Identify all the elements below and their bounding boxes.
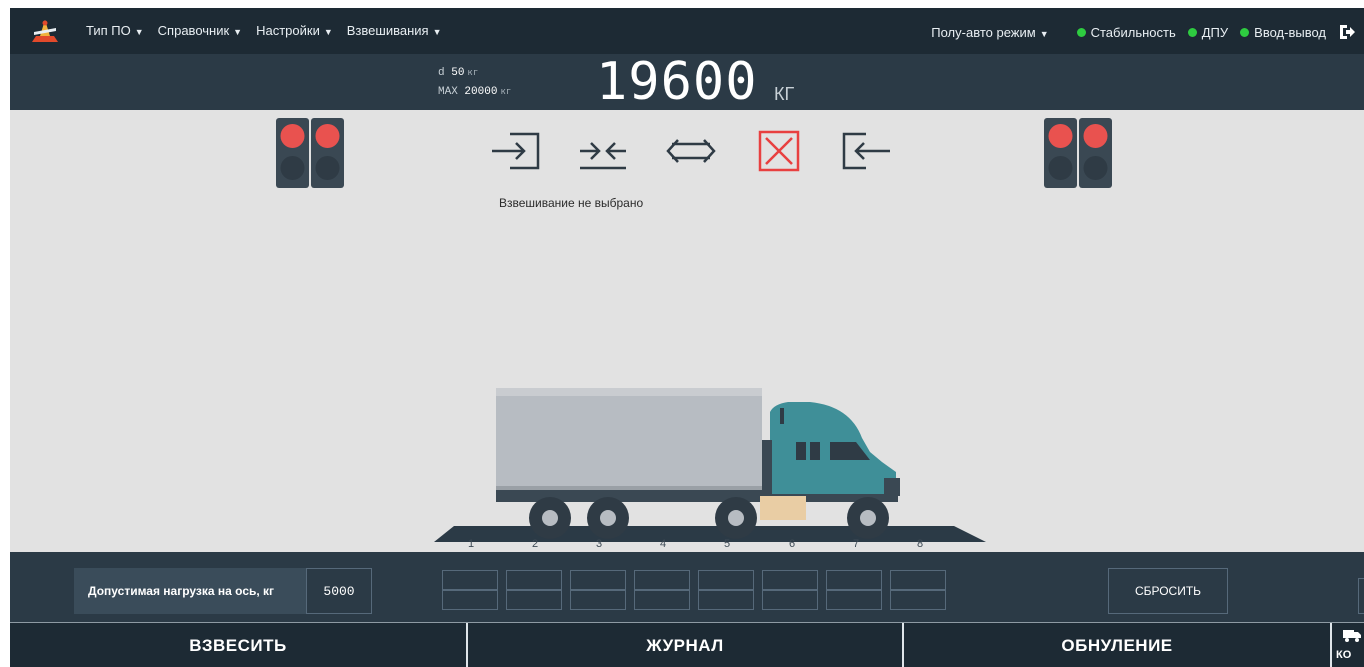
axle-cell [634, 590, 690, 610]
axle-cell [570, 570, 626, 590]
axle-cell [890, 570, 946, 590]
position-number: 1 [468, 538, 475, 550]
merge-arrows-icon[interactable] [576, 130, 630, 172]
truck-icon [496, 388, 900, 539]
mode-label: Полу-авто режим [931, 24, 1036, 40]
axle-cell [698, 590, 754, 610]
exit-icon[interactable] [1338, 23, 1356, 41]
top-menu-bar: Тип ПО ▼ Справочник ▼ Настройки ▼ Взвешиван… [10, 8, 1364, 54]
cancel-x-icon[interactable] [752, 130, 806, 172]
chevron-down-icon: ▼ [432, 27, 442, 37]
max-value: 20000 [464, 86, 498, 98]
truck-scene [434, 388, 986, 542]
menu-label: Тип ПО [86, 23, 131, 38]
operation-selector [488, 130, 894, 172]
entry-arrow-icon[interactable] [488, 130, 542, 172]
axle-cell [442, 590, 498, 610]
menu-label: Справочник [157, 23, 230, 38]
chevron-down-icon: ▼ [1039, 28, 1049, 39]
app-logo-icon [32, 20, 58, 42]
stability-indicator: Стабильность [1076, 24, 1176, 40]
traffic-light-left [276, 118, 344, 188]
axle-load-label: Допустимая нагрузка на ось, кг [74, 568, 306, 614]
scale-params: d 50 кг MAX 20000 кг [438, 64, 511, 102]
max-unit: кг [500, 87, 512, 97]
axle-panel: Допустимая нагрузка на ось, кг 5000 СБРО… [10, 552, 1364, 622]
max-label: MAX [438, 86, 458, 98]
bidirectional-arrows-icon[interactable] [664, 130, 718, 172]
weight-unit: КГ [774, 84, 795, 104]
chevron-down-icon: ▼ [233, 27, 243, 37]
main-menu: Тип ПО ▼ Справочник ▼ Настройки ▼ Взвешиван… [86, 23, 441, 38]
axle-cell [442, 570, 498, 590]
menu-software-type[interactable]: Тип ПО ▼ [86, 23, 144, 38]
position-number: 6 [789, 538, 796, 550]
axle-cell [762, 570, 818, 590]
position-number: 4 [660, 538, 667, 550]
position-number: 7 [853, 538, 860, 550]
side-panel-toggle[interactable] [1358, 578, 1364, 614]
traffic-light-right [1044, 118, 1112, 188]
weight-display-bar: d 50 кг MAX 20000 кг 19600 КГ [10, 52, 1364, 112]
discreteness-unit: кг [467, 68, 479, 78]
status-dot-icon [1187, 27, 1197, 37]
position-number: 8 [917, 538, 924, 550]
axle-load-input[interactable]: 5000 [306, 568, 372, 614]
truck-icon [1343, 630, 1361, 642]
scale-platform [434, 526, 986, 542]
axle-cell [634, 570, 690, 590]
status-dot-icon [1076, 27, 1086, 37]
menu-reference[interactable]: Справочник ▼ [158, 23, 242, 38]
io-indicator: Ввод-вывод [1240, 25, 1326, 40]
position-number: 3 [596, 538, 603, 550]
axle-cell [762, 590, 818, 610]
weighing-status: Взвешивание не выбрано [499, 196, 644, 210]
chevron-down-icon: ▼ [323, 27, 333, 37]
menu-weighings[interactable]: Взвешивания ▼ [347, 23, 442, 38]
axle-cell [570, 590, 626, 610]
axle-cell [826, 590, 882, 610]
weigh-button[interactable]: ВЗВЕСИТЬ [10, 623, 466, 667]
exit-arrow-icon[interactable] [840, 130, 894, 172]
position-number: 2 [532, 538, 539, 550]
status-dot-icon [1240, 27, 1250, 37]
mode-dropdown[interactable]: Полу-авто режим ▼ [931, 25, 1048, 40]
action-bar: ВЗВЕСИТЬ ЖУРНАЛ ОБНУЛЕНИЕ КО [10, 622, 1364, 667]
journal-button[interactable]: ЖУРНАЛ [468, 623, 902, 667]
discreteness-value: 50 [451, 67, 465, 79]
reset-button[interactable]: СБРОСИТЬ [1108, 568, 1228, 614]
current-weight: 19600 [596, 52, 758, 112]
axle-cell [506, 590, 562, 610]
axle-cell [506, 570, 562, 590]
status-area: Полу-авто режим ▼ Стабильность ДПУ Ввод-в… [931, 23, 1356, 41]
corner-button[interactable]: КО [1330, 623, 1364, 667]
axle-cell [890, 590, 946, 610]
menu-settings[interactable]: Настройки ▼ [256, 23, 333, 38]
axle-cell [698, 570, 754, 590]
discreteness-label: d [438, 67, 445, 79]
dpu-indicator: ДПУ [1187, 24, 1229, 40]
axle-cell [826, 570, 882, 590]
corner-label: КО [1336, 649, 1352, 661]
indicator-label: Стабильность [1090, 24, 1176, 40]
menu-label: Настройки [256, 23, 320, 38]
menu-label: Взвешивания [346, 23, 429, 38]
zero-button[interactable]: ОБНУЛЕНИЕ [904, 623, 1330, 667]
chevron-down-icon: ▼ [134, 27, 144, 37]
app-window: Тип ПО ▼ Справочник ▼ Настройки ▼ Взвешиван… [10, 8, 1364, 667]
position-number: 5 [724, 538, 731, 550]
indicator-label: Ввод-вывод [1254, 24, 1326, 40]
indicator-label: ДПУ [1201, 24, 1229, 40]
